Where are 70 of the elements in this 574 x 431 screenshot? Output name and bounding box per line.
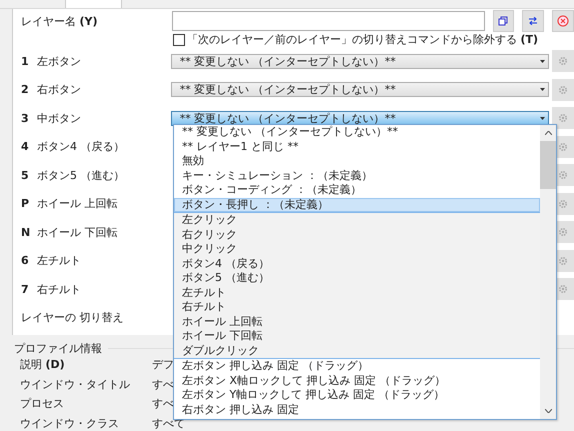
caret-icon <box>540 116 546 120</box>
profile-value: すべ <box>152 376 174 392</box>
dropdown-option[interactable]: 中クリック <box>174 242 540 256</box>
dropdown-option[interactable]: 右チルト <box>174 300 540 314</box>
checkbox[interactable] <box>173 34 185 46</box>
action-dropdown[interactable]: ** 変更しない （インターセプトしない）** <box>170 110 550 126</box>
dropdown-option[interactable]: ** レイヤー1 と同じ ** <box>174 140 540 154</box>
dropdown-option[interactable]: 右クリック <box>174 228 540 242</box>
dropdown-option[interactable]: 左ボタン X軸ロックして 押し込み 固定 （ドラッグ） <box>174 374 540 388</box>
profile-label: ウインドウ・クラス <box>20 416 120 431</box>
close-icon <box>557 15 570 27</box>
settings-button[interactable] <box>552 78 574 101</box>
dropdown-option[interactable]: ダブルクリック <box>174 344 540 358</box>
gear-icon <box>558 256 568 266</box>
row-label: 3 中ボタン <box>21 110 82 126</box>
checkbox-label: 「次のレイヤー／前のレイヤー」の切り替えコマンドから除外する (T) <box>187 32 538 47</box>
dropdown-option[interactable]: 無効 <box>174 154 540 168</box>
caret-icon <box>540 60 546 63</box>
gear-icon <box>558 142 568 152</box>
profile-label: ウインドウ・タイトル <box>20 376 131 392</box>
gear-icon <box>558 113 568 124</box>
field-label: レイヤー名 (Y) <box>21 14 99 28</box>
copy-icon <box>498 16 508 26</box>
gear-icon <box>558 170 568 180</box>
row-label: 2 右ボタン <box>21 82 82 98</box>
dropdown-option[interactable]: ボタン4 （戻る） <box>174 256 540 271</box>
delete-button[interactable] <box>552 10 574 32</box>
caret-icon <box>540 88 546 92</box>
gear-icon <box>558 56 568 66</box>
dropdown-option[interactable]: ホイール 下回転 <box>174 329 540 344</box>
row-label: レイヤーの 切り替え <box>21 310 124 326</box>
profile-value: すべ <box>152 396 174 412</box>
section-title: プロファイル情報 <box>14 340 102 356</box>
profile-label: プロセス <box>20 396 65 412</box>
row-label: 5 ボタン5 （進む） <box>21 168 126 183</box>
dropdown-option[interactable]: 左チルト <box>174 286 540 300</box>
dropdown-option[interactable]: ボタン・コーディング ：（未定義） <box>174 183 540 198</box>
scrollbar[interactable] <box>540 125 556 419</box>
dropdown-option[interactable]: 左ボタン 押し込み 固定 （ドラッグ） <box>174 359 540 374</box>
dropdown-option[interactable]: ボタン・長押し ：（未定義） <box>174 198 540 212</box>
dropdown-option[interactable]: 左クリック <box>174 213 540 228</box>
dropdown-option[interactable]: ボタン5 （進む） <box>174 271 540 286</box>
row-label: 4 ボタン4 （戻る） <box>21 139 126 154</box>
row-label: N ホイール 下回転 <box>21 224 118 240</box>
profile-value: デフ <box>152 357 174 372</box>
gear-icon <box>558 227 568 238</box>
gear-icon <box>558 198 568 209</box>
gear-icon <box>558 284 568 294</box>
scroll-down-icon[interactable] <box>544 409 552 413</box>
dropdown-option[interactable]: ** 変更しない （インターセプトしない）** <box>174 125 540 140</box>
action-dropdown[interactable]: ** 変更しない （インターセプトしない）** <box>170 54 550 69</box>
dropdown-option[interactable]: 左ボタン Y軸ロックして 押し込み 固定 （ドラッグ） <box>174 388 540 402</box>
gear-icon <box>558 84 568 95</box>
action-dropdown[interactable]: ** 変更しない （インターセプトしない）** <box>170 82 550 98</box>
layer-name-field[interactable] <box>172 11 485 31</box>
dropdown-option[interactable]: 右ボタン 押し込み 固定 <box>174 402 540 417</box>
row-label: 6 左チルト <box>21 253 82 268</box>
dropdown-option[interactable]: ホイール 上回転 <box>174 314 540 329</box>
row-label: 1 左ボタン <box>21 54 82 69</box>
profile-label: 説明 (D) <box>20 357 66 372</box>
scroll-up-icon[interactable] <box>544 131 552 135</box>
tab[interactable] <box>65 0 122 8</box>
dropdown-option[interactable]: キー・シミュレーション ：（未定義） <box>174 168 540 183</box>
row-label: P ホイール 上回転 <box>21 196 118 212</box>
scroll-thumb[interactable] <box>540 141 556 189</box>
settings-button[interactable] <box>552 50 574 72</box>
row-label: 7 右チルト <box>21 282 82 297</box>
swap-icon <box>528 17 538 25</box>
copy-button[interactable] <box>492 10 514 32</box>
swap-button[interactable] <box>522 10 544 32</box>
